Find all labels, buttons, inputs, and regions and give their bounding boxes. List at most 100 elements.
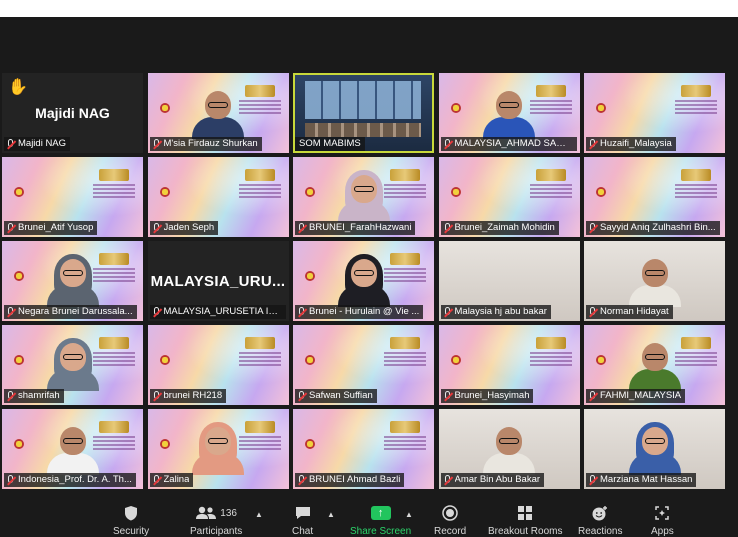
event-logo — [390, 421, 420, 433]
reactions-button[interactable]: Reactions — [578, 504, 622, 537]
participant-name-tag: Malaysia hj abu bakar — [440, 305, 551, 319]
flag-icon — [450, 187, 461, 197]
participant-name: Negara Brunei Darussala... — [18, 306, 133, 317]
meeting-toolbar: Security 136 Participants ▲ Chat ▲ ↑ Sha… — [0, 500, 738, 537]
security-button[interactable]: Security — [113, 504, 149, 537]
participant-name: Sayyid Aniq Zulhashri Bin... — [600, 222, 716, 233]
record-icon — [442, 504, 458, 522]
participant-name: Brunei_Hasyimah — [454, 390, 530, 401]
participant-name-tag: Brunei_Zaimah Mohidin — [440, 221, 559, 235]
participant-name-tag: Brunei_Hasyimah — [440, 389, 534, 403]
participant-name: Safwan Suffian — [309, 390, 373, 401]
apps-label: Apps — [651, 526, 674, 537]
video-tile[interactable]: Brunei - Hurulain @ Vie ... — [293, 241, 434, 321]
muted-mic-icon — [6, 474, 15, 486]
muted-mic-icon — [588, 306, 597, 318]
muted-mic-icon — [6, 138, 15, 150]
muted-mic-icon — [297, 222, 306, 234]
video-tile[interactable]: Sayyid Aniq Zulhashri Bin... — [584, 157, 725, 237]
event-banner-text — [529, 352, 572, 366]
participant-name-tag: Brunei_Atif Yusop — [4, 221, 98, 235]
chat-chevron-up-icon[interactable]: ▲ — [327, 510, 335, 519]
chat-button[interactable]: Chat — [292, 504, 313, 537]
video-tile[interactable]: Negara Brunei Darussala... — [2, 241, 143, 321]
video-tile[interactable]: Brunei_Atif Yusop — [2, 157, 143, 237]
participant-display-name: Majidi NAG — [35, 105, 110, 121]
video-tile[interactable]: FAHMI_MALAYSIA — [584, 325, 725, 405]
muted-mic-icon — [152, 306, 161, 318]
participant-name-tag: MALAYSIA_URUSETIA IN... — [149, 305, 286, 319]
participant-name-tag: Negara Brunei Darussala... — [4, 305, 137, 319]
event-banner-text — [93, 268, 135, 282]
share-screen-label: Share Screen — [350, 526, 412, 537]
share-chevron-up-icon[interactable]: ▲ — [405, 510, 413, 519]
event-logo — [99, 253, 129, 265]
apps-button[interactable]: Apps — [651, 504, 674, 537]
event-banner-text — [529, 100, 572, 114]
event-logo — [244, 169, 275, 181]
record-button[interactable]: Record — [434, 504, 466, 537]
video-tile[interactable]: Jaden Seph — [147, 157, 289, 237]
shield-icon — [124, 504, 138, 522]
flag-icon — [450, 355, 461, 365]
participant-name: Marziana Mat Hassan — [600, 474, 693, 485]
event-banner-text — [238, 436, 281, 450]
chat-icon — [295, 504, 311, 522]
event-banner-text — [93, 352, 135, 366]
participant-video — [337, 254, 390, 307]
video-tile[interactable]: Huzaifi_Malaysia — [584, 73, 725, 153]
video-tile[interactable]: shamrifah — [2, 325, 143, 405]
participant-name: Amar Bin Abu Bakar — [454, 474, 541, 485]
participants-icon: 136 — [195, 504, 237, 522]
video-tile[interactable]: Malaysia hj abu bakar — [438, 241, 580, 321]
video-tile[interactable]: BRUNEI_FarahHazwani — [293, 157, 434, 237]
event-banner-text — [675, 100, 717, 114]
video-tile[interactable]: Safwan Suffian — [293, 325, 434, 405]
video-tile[interactable]: Marziana Mat Hassan — [584, 409, 725, 489]
event-banner-text — [238, 100, 281, 114]
participant-video — [192, 91, 244, 139]
participant-name-tag: Indonesia_Prof. Dr. A. Th... — [4, 473, 136, 487]
muted-mic-icon — [443, 222, 452, 234]
video-tile[interactable]: Brunei_Zaimah Mohidin — [438, 157, 580, 237]
share-screen-button[interactable]: ↑ Share Screen — [350, 504, 411, 537]
video-tile[interactable]: Zalina — [147, 409, 289, 489]
participant-video — [628, 422, 681, 475]
muted-mic-icon — [6, 390, 15, 402]
video-tile[interactable]: MALAYSIA_AHMAD SANI AR... — [438, 73, 580, 153]
video-tile[interactable]: Majidi NAG ✋ Majidi NAG — [2, 73, 143, 153]
participants-label: Participants — [190, 526, 243, 537]
shared-screen-content — [305, 81, 421, 119]
flag-icon — [159, 439, 170, 449]
video-tile[interactable]: brunei RH218 — [147, 325, 289, 405]
participants-count: 136 — [220, 507, 237, 519]
event-logo — [99, 337, 129, 349]
video-tile[interactable]: MALAYSIA_URU... MALAYSIA_URUSETIA IN... — [147, 241, 289, 321]
flag-icon — [159, 187, 170, 197]
participant-name-tag: BRUNEI Ahmad Bazli — [295, 473, 405, 487]
participant-name: FAHMI_MALAYSIA — [600, 390, 682, 401]
video-tile[interactable]: M'sia Firdauz Shurkan — [147, 73, 289, 153]
video-tile[interactable]: Brunei_Hasyimah — [438, 325, 580, 405]
breakout-rooms-button[interactable]: Breakout Rooms — [488, 504, 562, 537]
event-logo — [681, 337, 711, 349]
muted-mic-icon — [443, 306, 452, 318]
participants-chevron-up-icon[interactable]: ▲ — [255, 510, 263, 519]
video-tile[interactable]: BRUNEI Ahmad Bazli — [293, 409, 434, 489]
event-banner-text — [93, 436, 135, 450]
video-tile[interactable]: SOM MABIMS — [293, 73, 434, 153]
participant-video — [46, 338, 99, 391]
video-tile[interactable]: Norman Hidayat — [584, 241, 725, 321]
participants-button[interactable]: 136 Participants — [190, 504, 242, 537]
video-tile[interactable]: Indonesia_Prof. Dr. A. Th... — [2, 409, 143, 489]
event-logo — [681, 169, 711, 181]
event-logo — [390, 253, 420, 265]
muted-mic-icon — [297, 390, 306, 402]
muted-mic-icon — [297, 474, 306, 486]
event-logo — [535, 169, 566, 181]
video-tile[interactable]: Amar Bin Abu Bakar — [438, 409, 580, 489]
participant-video — [46, 427, 99, 475]
flag-icon — [305, 187, 315, 197]
event-logo — [244, 421, 275, 433]
participant-video — [46, 254, 99, 307]
